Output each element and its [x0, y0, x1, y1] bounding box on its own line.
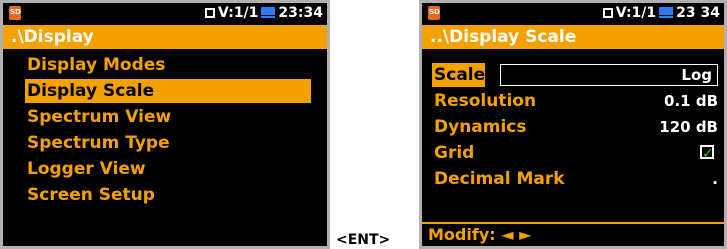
menu-item-screen-setup[interactable]: Screen Setup [25, 183, 155, 207]
right-screen: SD V:1/1 23 34 ..\Display Scale Scale Lo… [419, 0, 727, 249]
battery-icon [659, 7, 674, 19]
param-dynamics[interactable]: Dynamics 120 dB [432, 115, 718, 139]
param-label: Decimal Mark [434, 169, 565, 189]
memory-status: V:1/1 [218, 5, 259, 21]
path-title: .\Display [3, 25, 327, 49]
status-bar: SD V:1/1 23:34 [3, 3, 327, 25]
memory-status: V:1/1 [615, 5, 657, 21]
enter-key-label: <ENT> [336, 232, 391, 248]
param-scale[interactable]: Scale Log [432, 63, 718, 87]
sd-logo-icon: SD [9, 6, 21, 20]
param-label: Resolution [434, 91, 537, 111]
memory-icon [205, 8, 216, 18]
left-screen: SD V:1/1 23:34 .\Display Display Modes D… [0, 0, 330, 249]
param-value: 0.1 dB [664, 92, 718, 110]
menu-item-spectrum-view[interactable]: Spectrum View [25, 105, 171, 129]
menu-item-spectrum-type[interactable]: Spectrum Type [25, 131, 170, 155]
path-title: ..\Display Scale [422, 25, 724, 49]
param-label: Grid [434, 143, 475, 163]
param-label: Dynamics [434, 117, 527, 137]
clock: 23 34 [676, 5, 720, 21]
param-value: 120 dB [659, 118, 718, 136]
status-bar: SD V:1/1 23 34 [422, 3, 724, 25]
clock: 23:34 [278, 5, 323, 21]
param-value: Log [681, 66, 712, 84]
param-value: . [712, 170, 718, 188]
modify-hint: Modify: ◄ ► [422, 222, 724, 246]
param-label: Scale [432, 63, 486, 87]
param-resolution[interactable]: Resolution 0.1 dB [432, 89, 718, 113]
param-decimal-mark[interactable]: Decimal Mark . [432, 167, 718, 191]
menu-item-display-modes[interactable]: Display Modes [25, 53, 165, 77]
param-grid[interactable]: Grid [432, 141, 718, 166]
menu-item-logger-view[interactable]: Logger View [25, 157, 146, 181]
battery-icon [261, 7, 276, 19]
memory-icon [602, 8, 613, 18]
menu-item-display-scale[interactable]: Display Scale [25, 79, 311, 103]
sd-logo-icon: SD [428, 6, 440, 20]
grid-checkbox[interactable] [700, 142, 714, 166]
